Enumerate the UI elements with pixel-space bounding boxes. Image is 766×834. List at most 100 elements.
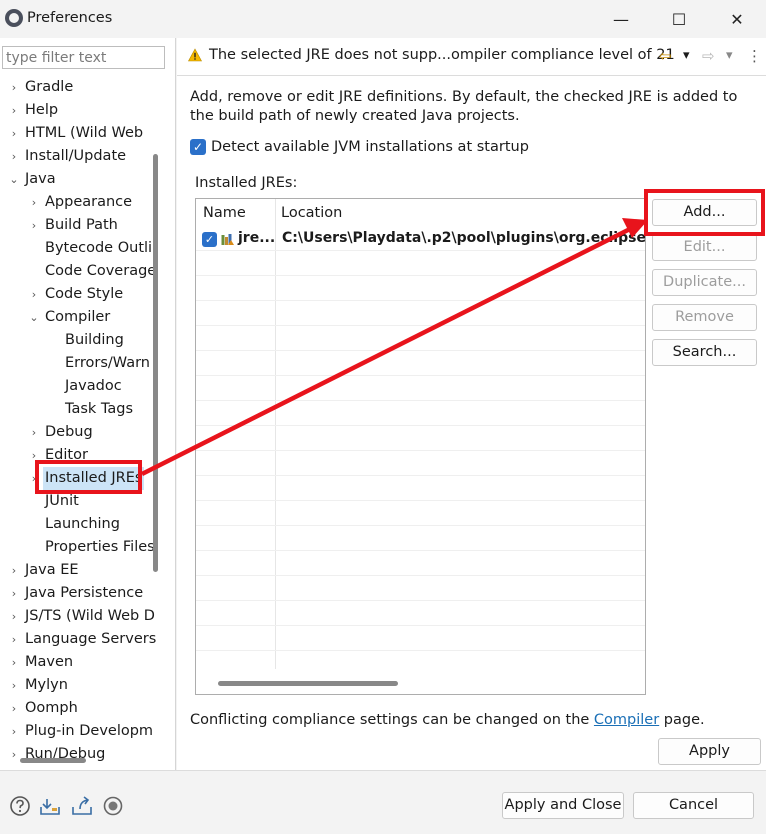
chevron-right-icon[interactable]: ›	[28, 421, 40, 444]
detect-jvm-label[interactable]: Detect available JVM installations at st…	[211, 139, 529, 155]
tree-item-help[interactable]: › Help	[0, 99, 150, 122]
tree-item-html-wild-web[interactable]: › HTML (Wild Web	[0, 122, 150, 145]
edit-button[interactable]: Edit...	[652, 234, 757, 261]
chevron-right-icon[interactable]: ›	[8, 76, 20, 99]
annotation-highlight-add-button	[644, 189, 765, 236]
tree-item-appearance[interactable]: › Appearance	[0, 191, 150, 214]
tree-horizontal-scrollbar[interactable]	[20, 758, 86, 763]
installed-jres-table[interactable]: Name Location ✓ jre... C:\Users\Playdata…	[195, 198, 646, 695]
chevron-right-icon[interactable]: ›	[28, 283, 40, 306]
tree-item-language-servers[interactable]: › Language Servers	[0, 628, 156, 651]
detect-jvm-checkbox[interactable]: ✓	[190, 139, 206, 155]
tree-vertical-scrollbar[interactable]	[153, 154, 158, 572]
tree-item-errors-warn[interactable]: Errors/Warn	[0, 352, 150, 375]
table-grid-line	[196, 325, 645, 326]
tree-item-debug[interactable]: › Debug	[0, 421, 150, 444]
close-button[interactable]: ✕	[708, 0, 766, 38]
duplicate-button[interactable]: Duplicate...	[652, 269, 757, 296]
chevron-down-icon[interactable]: ⌄	[8, 168, 20, 191]
minimize-button[interactable]: —	[592, 0, 650, 38]
table-grid-line	[196, 550, 645, 551]
chevron-right-icon[interactable]: ›	[8, 651, 20, 674]
table-grid-line	[196, 525, 645, 526]
import-icon[interactable]	[39, 795, 61, 817]
help-icon[interactable]	[9, 795, 31, 817]
chevron-right-icon[interactable]: ›	[8, 743, 20, 766]
view-menu-icon[interactable]: ⋮	[747, 47, 762, 65]
table-grid-line	[196, 375, 645, 376]
tree-item-plug-in-developm[interactable]: › Plug-in Developm	[0, 720, 153, 743]
table-horizontal-scrollbar[interactable]	[218, 681, 398, 686]
chevron-right-icon[interactable]: ›	[8, 122, 20, 145]
tree-item-install-update[interactable]: › Install/Update	[0, 145, 150, 168]
table-grid-line	[196, 250, 645, 251]
chevron-down-icon[interactable]: ⌄	[28, 306, 40, 329]
chevron-right-icon[interactable]: ›	[28, 214, 40, 237]
table-grid-line	[196, 300, 645, 301]
chevron-right-icon[interactable]: ›	[8, 605, 20, 628]
compiler-link[interactable]: Compiler	[594, 712, 659, 728]
tree-item-mylyn[interactable]: › Mylyn	[0, 674, 150, 697]
chevron-right-icon[interactable]: ›	[8, 99, 20, 122]
tree-item-build-path[interactable]: › Build Path	[0, 214, 150, 237]
chevron-right-icon[interactable]: ›	[28, 191, 40, 214]
tree-item-oomph[interactable]: › Oomph	[0, 697, 150, 720]
tree-item-javadoc[interactable]: Javadoc	[0, 375, 150, 398]
tree-item-code-style[interactable]: › Code Style	[0, 283, 150, 306]
tree-item-gradle[interactable]: › Gradle	[0, 76, 150, 99]
tree-item-label: Compiler	[45, 309, 111, 325]
tree-item-java[interactable]: ⌄ Java	[0, 168, 150, 191]
tree-item-bytecode-outli[interactable]: Bytecode Outli	[0, 237, 152, 260]
apply-button[interactable]: Apply	[658, 738, 761, 765]
chevron-right-icon[interactable]: ›	[8, 628, 20, 651]
chevron-right-icon[interactable]: ›	[8, 720, 20, 743]
tree-item-label: Debug	[45, 424, 93, 440]
forward-icon[interactable]: ⇨	[702, 47, 715, 65]
installed-jres-label: Installed JREs:	[195, 175, 298, 191]
tree-item-java-persistence[interactable]: › Java Persistence	[0, 582, 150, 605]
jre-name-cell[interactable]: jre...	[238, 230, 275, 246]
tree-item-label: Language Servers	[25, 631, 157, 647]
export-icon[interactable]	[71, 795, 93, 817]
remove-button[interactable]: Remove	[652, 304, 757, 331]
jre-location-cell[interactable]: C:\Users\Playdata\.p2\pool\plugins\org.e…	[282, 230, 645, 246]
back-icon[interactable]: ⇦	[659, 47, 672, 65]
column-header-location[interactable]: Location	[281, 205, 342, 221]
tree-item-maven[interactable]: › Maven	[0, 651, 150, 674]
jre-row-checkbox[interactable]: ✓	[202, 232, 217, 247]
chevron-right-icon[interactable]: ›	[8, 582, 20, 605]
chevron-right-icon[interactable]: ›	[8, 674, 20, 697]
search-button[interactable]: Search...	[652, 339, 757, 366]
tree-item-label: Java EE	[25, 562, 79, 578]
tree-item-code-coverage[interactable]: Code Coverage	[0, 260, 156, 283]
apply-and-close-button[interactable]: Apply and Close	[502, 792, 624, 819]
tree-item-label: Install/Update	[25, 148, 127, 164]
tree-item-label: Launching	[45, 516, 120, 532]
chevron-right-icon[interactable]: ›	[8, 697, 20, 720]
eclipse-app-icon	[5, 9, 23, 27]
tree-item-label: Building	[65, 332, 124, 348]
back-dropdown-icon[interactable]: ▾	[683, 48, 690, 63]
column-header-name[interactable]: Name	[203, 205, 246, 221]
table-grid-line	[196, 475, 645, 476]
tree-item-label: Appearance	[45, 194, 133, 210]
tree-item-compiler[interactable]: ⌄ Compiler	[0, 306, 150, 329]
tree-item-label: Mylyn	[25, 677, 68, 693]
tree-item-java-ee[interactable]: › Java EE	[0, 559, 150, 582]
page-description: Add, remove or edit JRE definitions. By …	[190, 89, 738, 124]
chevron-right-icon[interactable]: ›	[8, 559, 20, 582]
tree-item-properties-files[interactable]: Properties Files	[0, 536, 155, 559]
cancel-button[interactable]: Cancel	[633, 792, 754, 819]
tree-item-task-tags[interactable]: Task Tags	[0, 398, 150, 421]
forward-dropdown-icon[interactable]: ▾	[726, 48, 733, 63]
record-icon[interactable]	[102, 795, 124, 817]
tree-item-label: Properties Files	[45, 539, 155, 555]
table-grid-line	[196, 600, 645, 601]
tree-item-js-ts-wild-web-d[interactable]: › JS/TS (Wild Web D	[0, 605, 155, 628]
tree-item-launching[interactable]: Launching	[0, 513, 150, 536]
maximize-button[interactable]: ☐	[650, 0, 708, 38]
tree-item-building[interactable]: Building	[0, 329, 150, 352]
filter-input[interactable]	[2, 46, 165, 69]
tree-item-label: Java	[25, 171, 56, 187]
chevron-right-icon[interactable]: ›	[8, 145, 20, 168]
